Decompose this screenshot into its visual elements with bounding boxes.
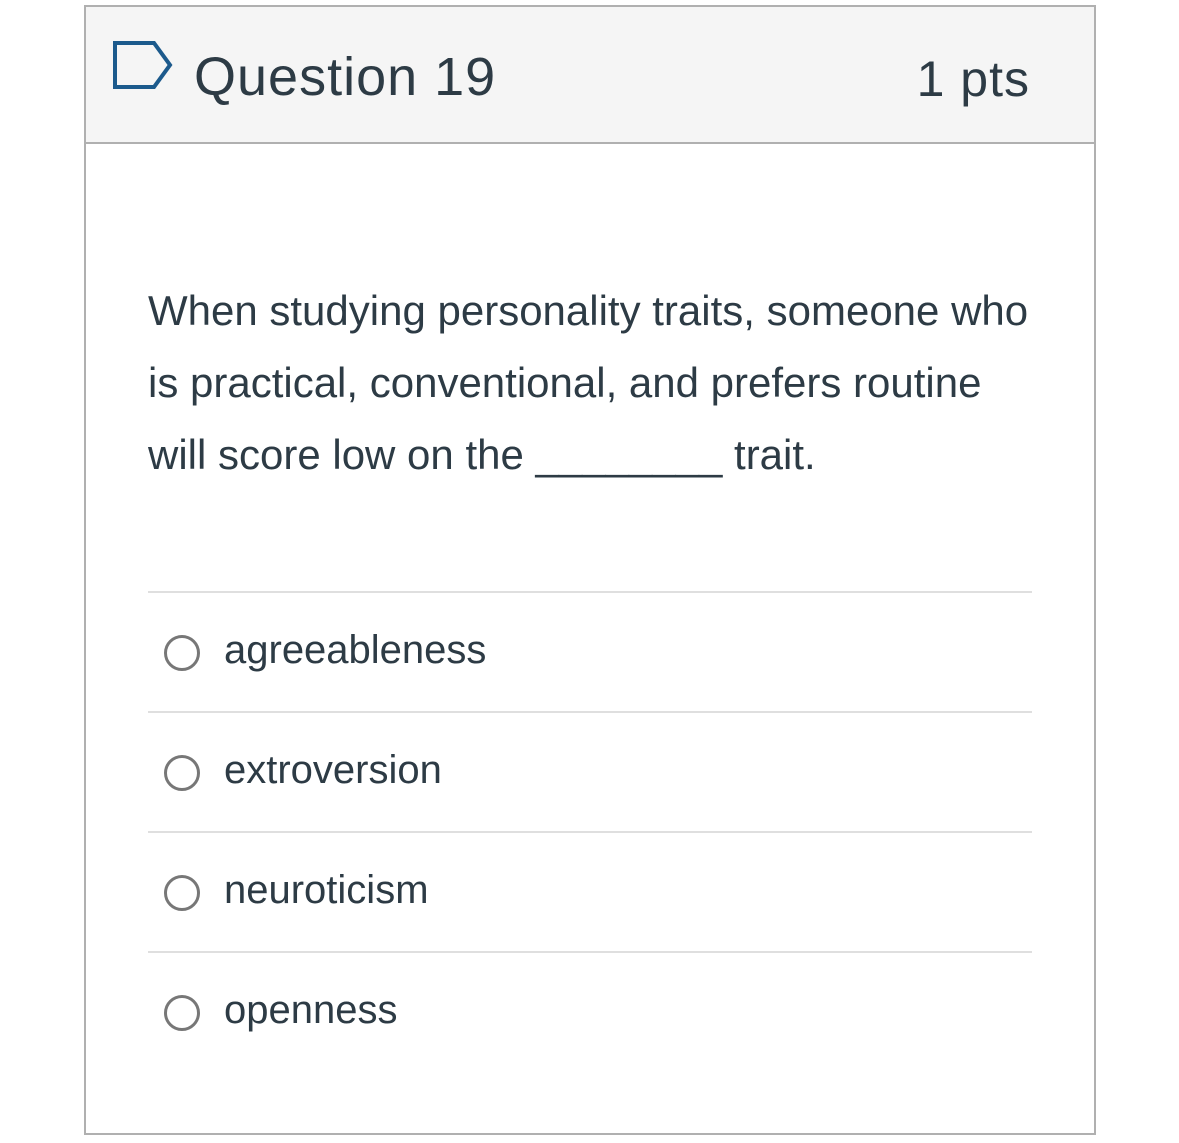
answer-label[interactable]: neuroticism	[224, 865, 429, 915]
radio-button[interactable]	[164, 755, 200, 791]
radio-button[interactable]	[164, 635, 200, 671]
radio-button[interactable]	[164, 995, 200, 1031]
answer-list: agreeableness extroversion neuroticism o…	[148, 591, 1032, 1071]
question-card: Question 19 1 pts When studying personal…	[84, 5, 1096, 1135]
answer-label[interactable]: extroversion	[224, 745, 442, 795]
answer-option-openness[interactable]: openness	[148, 951, 1032, 1071]
answer-label[interactable]: agreeableness	[224, 625, 486, 675]
answer-option-agreeableness[interactable]: agreeableness	[148, 591, 1032, 711]
question-header: Question 19 1 pts	[86, 7, 1094, 144]
question-points: 1 pts	[916, 51, 1030, 107]
question-text: When studying personality traits, someon…	[148, 287, 1029, 478]
answer-option-extroversion[interactable]: extroversion	[148, 711, 1032, 831]
answer-label[interactable]: openness	[224, 985, 397, 1035]
question-title: Question 19	[194, 47, 497, 107]
flag-question-icon[interactable]	[112, 40, 174, 90]
answer-option-neuroticism[interactable]: neuroticism	[148, 831, 1032, 951]
radio-button[interactable]	[164, 875, 200, 911]
